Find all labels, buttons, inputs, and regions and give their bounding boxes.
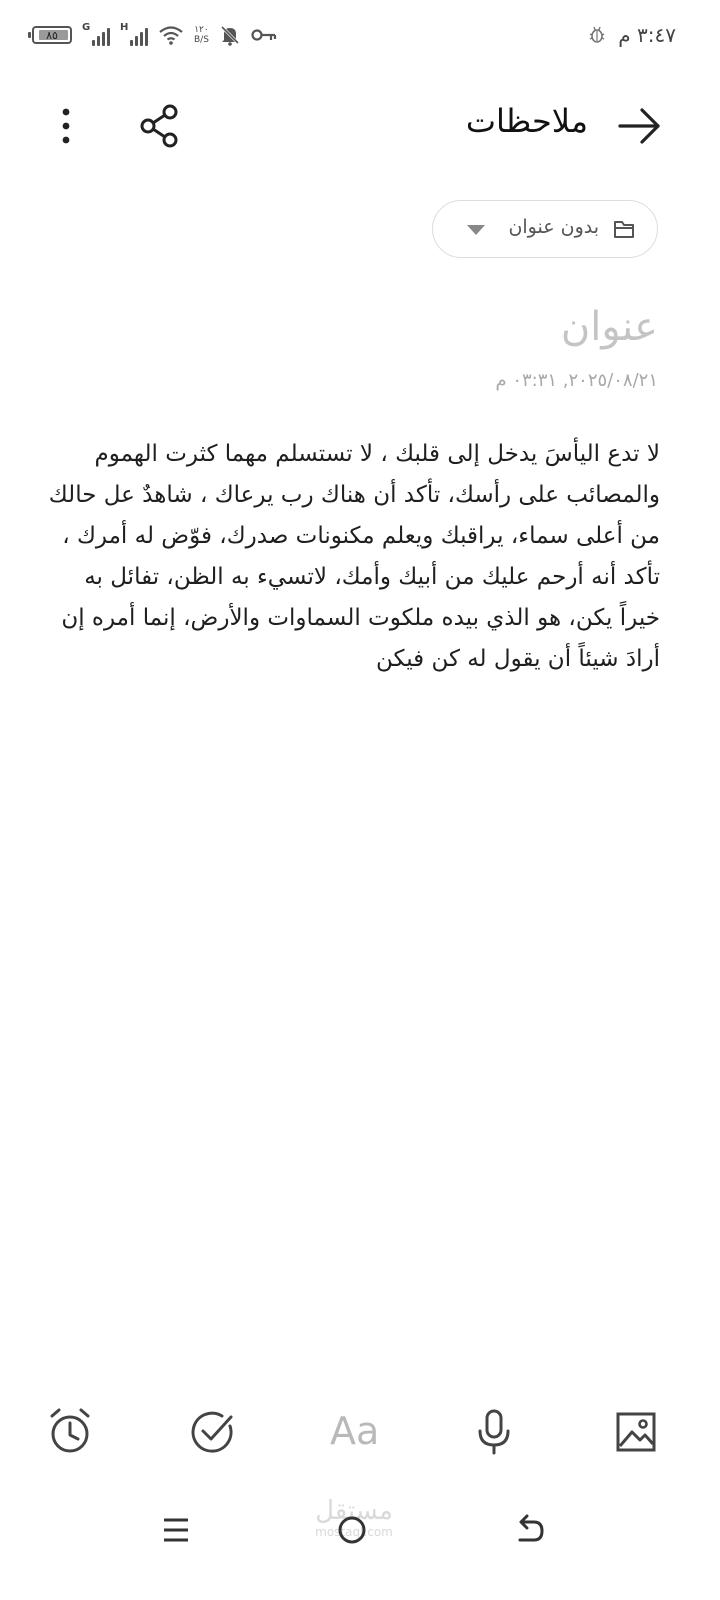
android-debug-icon xyxy=(589,26,605,43)
network-type-1: G xyxy=(82,22,91,33)
clock: ٣:٤٧ م xyxy=(618,23,676,47)
notes-screen: ٨٥ G H ١٢٠ B/S ٣:٤٧ م ملاحظات بدون عنوان… xyxy=(0,0,720,1600)
network-speed: ١٢٠ B/S xyxy=(194,25,209,45)
alarm-icon[interactable] xyxy=(44,1406,96,1458)
network-type-2: H xyxy=(120,22,129,33)
bell-off-icon xyxy=(220,25,239,46)
share-icon[interactable] xyxy=(138,104,184,148)
microphone-icon[interactable] xyxy=(468,1406,520,1458)
more-options-icon[interactable] xyxy=(52,104,80,148)
note-body-line: أرادَ شيئاً أن يقول له كن فيكن xyxy=(375,646,660,672)
folder-icon xyxy=(614,221,634,238)
status-right: ٣:٤٧ م xyxy=(588,20,676,50)
back-nav-icon[interactable] xyxy=(508,1508,552,1552)
status-bar: ٨٥ G H ١٢٠ B/S ٣:٤٧ م xyxy=(0,0,720,70)
signal-icon-2: H xyxy=(120,22,148,46)
app-bar: ملاحظات xyxy=(0,88,720,162)
battery-level: ٨٥ xyxy=(46,28,58,42)
note-body-line: من أعلى سماء، يراقبك ويعلم مكنونات صدرك،… xyxy=(62,523,660,549)
page-title: ملاحظات xyxy=(465,102,588,140)
recent-apps-icon[interactable] xyxy=(154,1508,198,1552)
folder-selector[interactable]: بدون عنوان xyxy=(432,200,658,258)
back-arrow-icon[interactable] xyxy=(616,104,664,148)
note-title-input[interactable]: عنوان xyxy=(561,304,658,350)
text-format-button[interactable]: Aa xyxy=(330,1408,379,1454)
signal-icon-1: G xyxy=(82,22,110,46)
key-icon xyxy=(251,29,277,41)
note-body-line: والمصائب على رأسك، تأكد أن هناك رب يرعاك… xyxy=(48,482,660,508)
note-timestamp: ٢٠٢٥/٠٨/٢١, ٠٣:٣١ م xyxy=(495,370,658,391)
wifi-icon xyxy=(159,26,183,45)
home-icon[interactable] xyxy=(330,1508,374,1552)
status-icons-left: ٨٥ G H ١٢٠ B/S xyxy=(28,20,277,50)
dropdown-caret-icon xyxy=(467,225,485,235)
note-body-editor[interactable]: لا تدع اليأسَ يدخل إلى قلبك ، لا تستسلم … xyxy=(48,434,660,680)
note-body-line: خيراً يكن، هو الذي بيده ملكوت السماوات و… xyxy=(61,605,660,631)
note-body-line: لا تدع اليأسَ يدخل إلى قلبك ، لا تستسلم … xyxy=(94,441,661,467)
folder-label: بدون عنوان xyxy=(508,216,599,238)
note-body-line: تأكد أنه أرحم عليك من أبيك وأمك، لاتسيء … xyxy=(84,564,660,590)
network-speed-value: ١٢٠ xyxy=(194,25,209,35)
checkmark-icon[interactable] xyxy=(186,1406,238,1458)
image-icon[interactable] xyxy=(610,1406,662,1458)
network-speed-unit: B/S xyxy=(194,35,209,45)
battery-icon: ٨٥ xyxy=(28,26,72,44)
